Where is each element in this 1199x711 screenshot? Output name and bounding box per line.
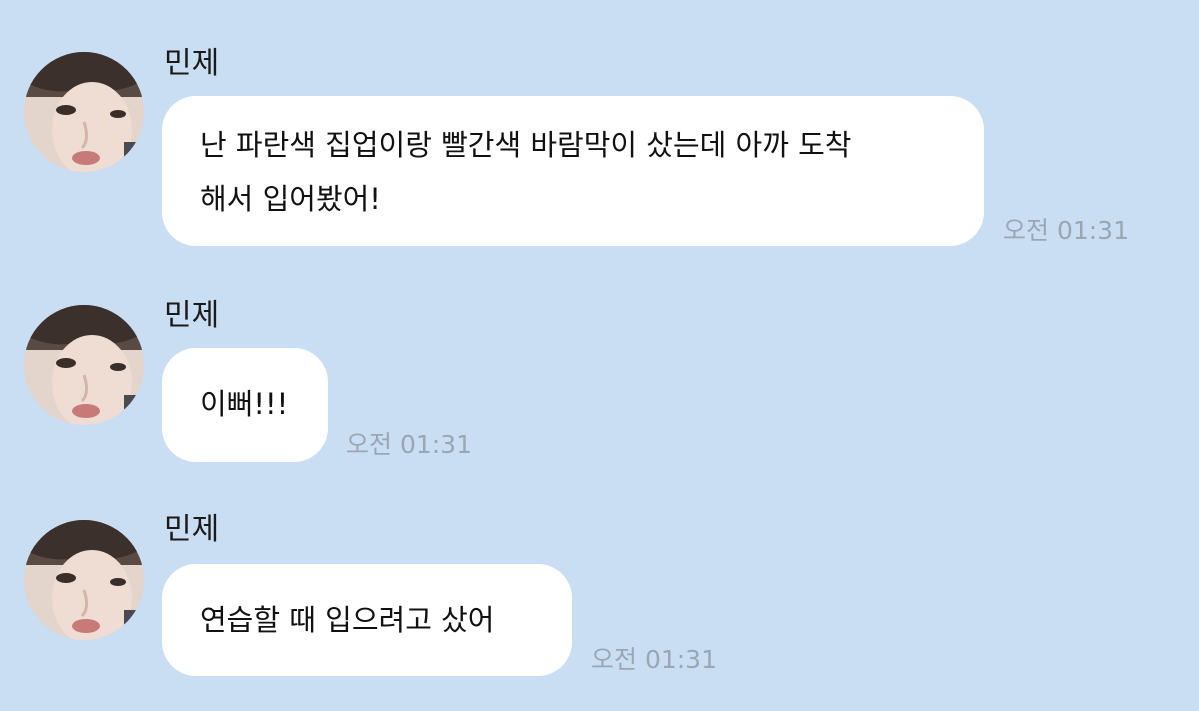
message-bubble[interactable]: 연습할 때 입으려고 샀어 — [162, 564, 572, 676]
avatar-photo-icon — [24, 520, 144, 640]
sender-name: 민제 — [164, 512, 220, 547]
message-group: 민제 연습할 때 입으려고 샀어 오전 01:31 — [0, 0, 1199, 711]
avatar[interactable] — [24, 520, 144, 640]
message-text: 연습할 때 입으려고 샀어 — [200, 603, 495, 637]
timestamp: 오전 01:31 — [591, 645, 717, 674]
